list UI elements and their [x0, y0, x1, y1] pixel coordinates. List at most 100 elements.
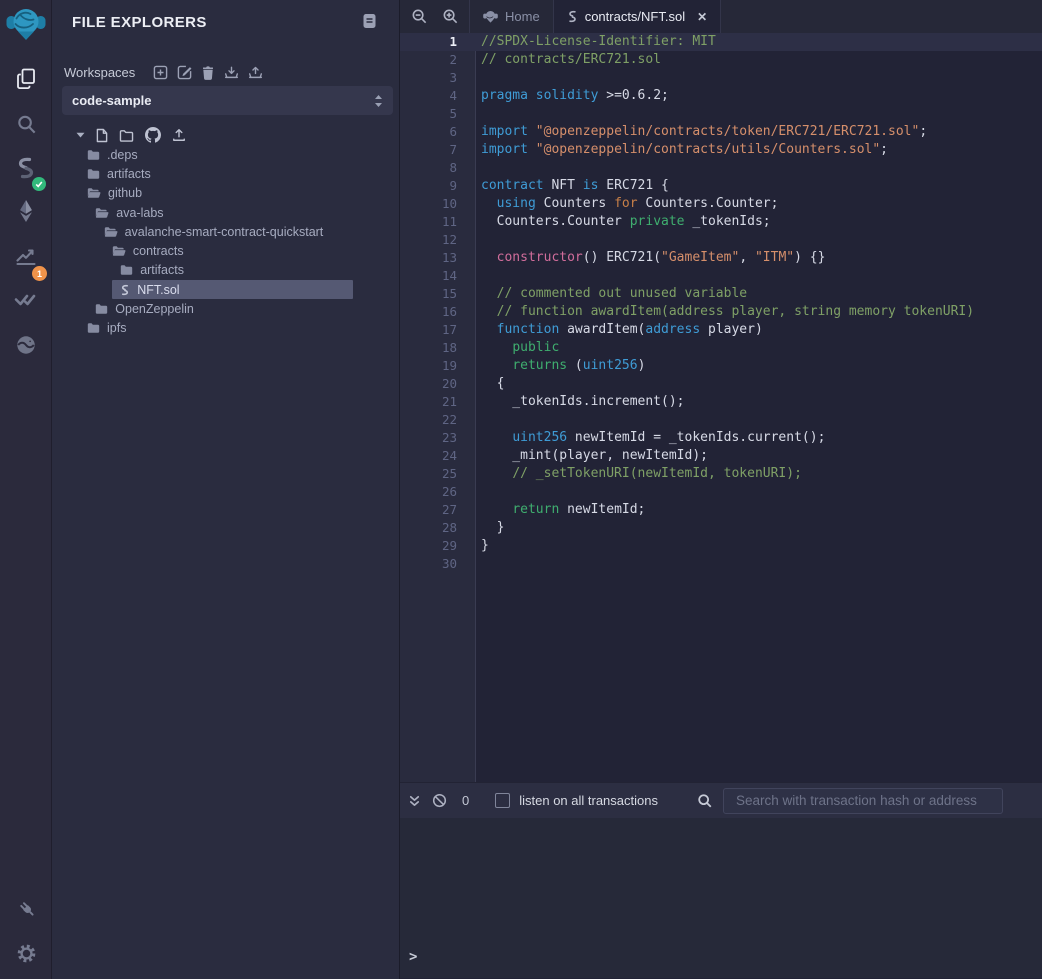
code-line-11[interactable]: 11 Counters.Counter private _tokenIds; — [400, 213, 1042, 231]
close-tab-icon[interactable]: ✕ — [697, 10, 707, 24]
code-line-12[interactable]: 12 — [400, 231, 1042, 249]
code-text — [476, 483, 481, 501]
tab-contracts-nft-sol[interactable]: contracts/NFT.sol ✕ — [553, 0, 721, 33]
tree-item-ava-labs[interactable]: ava-labs — [52, 203, 400, 222]
code-line-25[interactable]: 25 // _setTokenURI(newItemId, tokenURI); — [400, 465, 1042, 483]
rename-workspace-button[interactable] — [177, 65, 192, 80]
code-line-6[interactable]: 6import "@openzeppelin/contracts/token/E… — [400, 123, 1042, 141]
code-text: _mint(player, newItemId); — [476, 447, 708, 465]
code-line-22[interactable]: 22 — [400, 411, 1042, 429]
folder-closed-icon — [120, 264, 133, 276]
sidebar-item-solidity-compiler[interactable] — [0, 148, 52, 188]
code-line-21[interactable]: 21 _tokenIds.increment(); — [400, 393, 1042, 411]
code-line-24[interactable]: 24 _mint(player, newItemId); — [400, 447, 1042, 465]
code-line-3[interactable]: 3 — [400, 69, 1042, 87]
code-text — [476, 69, 481, 87]
tree-item-artifacts[interactable]: artifacts — [52, 261, 400, 280]
line-number: 28 — [400, 519, 476, 537]
tree-item-contracts[interactable]: contracts — [52, 241, 400, 260]
code-line-5[interactable]: 5 — [400, 105, 1042, 123]
tree-item-nft-sol[interactable]: NFT.sol — [52, 280, 400, 299]
code-line-29[interactable]: 29} — [400, 537, 1042, 555]
code-line-4[interactable]: 4pragma solidity >=0.6.2; — [400, 87, 1042, 105]
code-line-9[interactable]: 9contract NFT is ERC721 { — [400, 177, 1042, 195]
line-number: 21 — [400, 393, 476, 411]
zoom-out-button[interactable] — [404, 0, 435, 33]
code-line-30[interactable]: 30 — [400, 555, 1042, 573]
code-line-23[interactable]: 23 uint256 newItemId = _tokenIds.current… — [400, 429, 1042, 447]
code-line-15[interactable]: 15 // commented out unused variable — [400, 285, 1042, 303]
folder-closed-icon — [87, 149, 100, 161]
code-line-8[interactable]: 8 — [400, 159, 1042, 177]
code-line-14[interactable]: 14 — [400, 267, 1042, 285]
line-number: 9 — [400, 177, 476, 195]
download-workspaces-button[interactable] — [224, 65, 239, 80]
tree-item-artifacts[interactable]: artifacts — [52, 164, 400, 183]
code-text: { — [476, 375, 504, 393]
code-line-1[interactable]: 1//SPDX-License-Identifier: MIT — [400, 33, 1042, 51]
line-number: 8 — [400, 159, 476, 177]
delete-workspace-button[interactable] — [201, 65, 215, 80]
line-number: 7 — [400, 141, 476, 159]
code-line-26[interactable]: 26 — [400, 483, 1042, 501]
sidebar-item-plugin-manager[interactable] — [0, 888, 52, 928]
tree-item-avalanche-smart-contract-quickstart[interactable]: avalanche-smart-contract-quickstart — [52, 222, 400, 241]
tree-item-github[interactable]: github — [52, 184, 400, 203]
clone-github-button[interactable] — [145, 127, 161, 143]
tree-item-label: artifacts — [140, 263, 184, 277]
sidebar-item-settings[interactable] — [0, 933, 52, 973]
code-editor[interactable]: 1//SPDX-License-Identifier: MIT2// contr… — [400, 33, 1042, 782]
line-number: 29 — [400, 537, 476, 555]
code-line-2[interactable]: 2// contracts/ERC721.sol — [400, 51, 1042, 69]
code-line-7[interactable]: 7import "@openzeppelin/contracts/utils/C… — [400, 141, 1042, 159]
terminal-search-input[interactable] — [723, 788, 1003, 814]
code-line-13[interactable]: 13 constructor() ERC721("GameItem", "ITM… — [400, 249, 1042, 267]
folder-open-icon — [112, 245, 126, 257]
listen-checkbox[interactable] — [495, 793, 510, 808]
code-text — [476, 231, 481, 249]
sidebar-item-analytics[interactable]: 1 — [0, 235, 52, 275]
terminal-output[interactable]: > — [400, 818, 1042, 978]
panel-title: FILE EXPLORERS — [72, 14, 207, 31]
line-number: 13 — [400, 249, 476, 267]
code-line-16[interactable]: 16 // function awardItem(address player,… — [400, 303, 1042, 321]
collapse-tree-button[interactable] — [76, 132, 85, 138]
code-line-27[interactable]: 27 return newItemId; — [400, 501, 1042, 519]
line-number: 1 — [400, 33, 476, 51]
tree-item-openzeppelin[interactable]: OpenZeppelin — [52, 299, 400, 318]
remix-logo-icon[interactable] — [6, 6, 46, 44]
sidebar-item-file-explorer[interactable] — [0, 59, 52, 99]
code-line-28[interactable]: 28 } — [400, 519, 1042, 537]
solidity-file-icon — [120, 284, 130, 296]
terminal-expand-button[interactable] — [408, 794, 421, 808]
tab-home[interactable]: Home — [469, 0, 553, 33]
create-workspace-button[interactable] — [153, 65, 168, 80]
code-line-17[interactable]: 17 function awardItem(address player) — [400, 321, 1042, 339]
line-number: 4 — [400, 87, 476, 105]
sidebar-item-sourcify[interactable] — [0, 325, 52, 365]
tree-item-ipfs[interactable]: ipfs — [52, 319, 400, 338]
code-line-18[interactable]: 18 public — [400, 339, 1042, 357]
sidebar-item-search[interactable] — [0, 104, 52, 144]
new-file-button[interactable] — [96, 128, 108, 143]
tree-item-label: avalanche-smart-contract-quickstart — [125, 225, 324, 239]
sidebar-item-deploy-and-run[interactable] — [0, 191, 52, 231]
changelog-icon[interactable] — [362, 13, 377, 34]
publish-to-gist-button[interactable] — [172, 128, 186, 142]
tree-item-label: ava-labs — [116, 206, 163, 220]
code-line-10[interactable]: 10 using Counters for Counters.Counter; — [400, 195, 1042, 213]
new-folder-button[interactable] — [119, 129, 134, 142]
workspace-select[interactable]: code-sample — [62, 86, 393, 115]
restore-workspaces-button[interactable] — [248, 65, 263, 80]
icon-sidebar: 1 — [0, 0, 52, 979]
block-transactions-icon[interactable] — [432, 793, 447, 808]
line-number: 6 — [400, 123, 476, 141]
terminal-prompt: > — [409, 949, 417, 965]
workspaces-label: Workspaces — [64, 65, 135, 80]
zoom-in-button[interactable] — [435, 0, 466, 33]
code-line-20[interactable]: 20 { — [400, 375, 1042, 393]
tree-item--deps[interactable]: .deps — [52, 145, 400, 164]
sphere-icon — [15, 334, 37, 356]
code-line-19[interactable]: 19 returns (uint256) — [400, 357, 1042, 375]
sidebar-item-unit-testing[interactable] — [0, 279, 52, 319]
